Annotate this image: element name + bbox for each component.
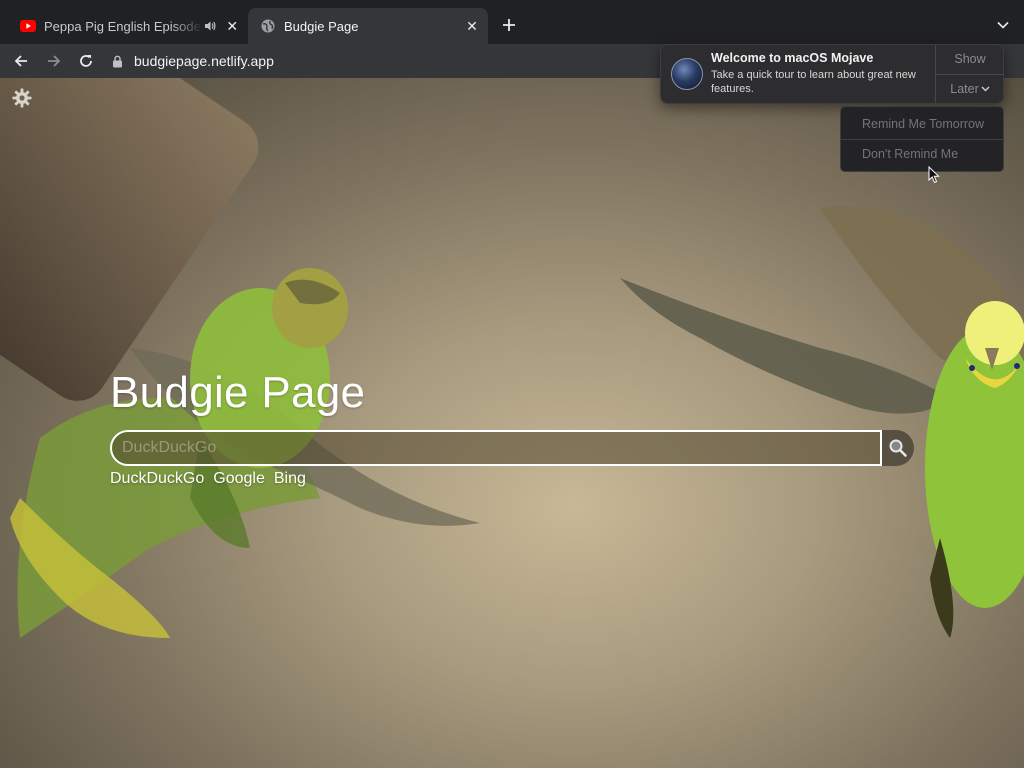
forward-button[interactable] bbox=[43, 50, 65, 72]
budgie-page-content: Budgie Page DuckDuckGo Google Bing bbox=[0, 78, 1024, 768]
tab-title: Budgie Page bbox=[284, 18, 359, 34]
close-tab-icon[interactable]: ✕ bbox=[462, 16, 482, 36]
tab-search-chevron-icon[interactable] bbox=[994, 16, 1012, 34]
lock-icon[interactable] bbox=[110, 54, 124, 68]
tab-peppa-pig[interactable]: Peppa Pig English Episodes ✕ bbox=[12, 8, 248, 44]
new-tab-button[interactable] bbox=[498, 14, 520, 36]
macos-notification[interactable]: Welcome to macOS Mojave Take a quick tou… bbox=[660, 44, 1004, 104]
macos-mojave-app-icon bbox=[671, 58, 703, 90]
reload-icon bbox=[80, 55, 92, 67]
search-engine-links: DuckDuckGo Google Bing bbox=[110, 470, 306, 488]
tab-title: Peppa Pig English Episodes bbox=[44, 18, 203, 34]
search-input[interactable] bbox=[110, 430, 882, 466]
notification-show-button[interactable]: Show bbox=[936, 45, 1004, 73]
notification-title: Welcome to macOS Mojave bbox=[711, 51, 874, 65]
back-button[interactable] bbox=[10, 50, 32, 72]
settings-gear-icon[interactable] bbox=[12, 88, 32, 108]
reload-button[interactable] bbox=[75, 50, 97, 72]
engine-google-link[interactable]: Google bbox=[213, 470, 265, 488]
search-button[interactable] bbox=[882, 430, 914, 466]
notification-body: Take a quick tour to learn about great n… bbox=[711, 69, 916, 95]
menu-item-dont-remind[interactable]: Don't Remind Me bbox=[841, 140, 1003, 168]
menu-item-remind-tomorrow[interactable]: Remind Me Tomorrow bbox=[841, 110, 1003, 138]
tab-strip: Peppa Pig English Episodes ✕ Budgie Page… bbox=[0, 0, 1024, 44]
engine-bing-link[interactable]: Bing bbox=[274, 470, 306, 488]
globe-icon bbox=[260, 18, 276, 34]
youtube-icon bbox=[20, 18, 36, 34]
notification-later-button[interactable]: Later bbox=[936, 75, 1004, 103]
search-bar bbox=[110, 430, 914, 466]
url-text: budgiepage.netlify.app bbox=[134, 53, 274, 69]
tab-budgie-page[interactable]: Budgie Page ✕ bbox=[248, 8, 488, 44]
magnifier-icon bbox=[889, 439, 907, 457]
address-bar[interactable]: budgiepage.netlify.app bbox=[110, 47, 670, 75]
mouse-cursor-icon bbox=[928, 165, 940, 184]
engine-duckduckgo-link[interactable]: DuckDuckGo bbox=[110, 470, 204, 488]
chevron-down-icon bbox=[981, 86, 990, 92]
arrow-left-icon bbox=[14, 55, 27, 67]
arrow-right-icon bbox=[48, 55, 61, 67]
close-tab-icon[interactable]: ✕ bbox=[223, 16, 242, 36]
audio-playing-icon[interactable] bbox=[203, 19, 217, 33]
later-dropdown-menu: Remind Me Tomorrow Don't Remind Me bbox=[840, 106, 1004, 172]
page-title: Budgie Page bbox=[110, 368, 366, 417]
budgie-background-image bbox=[10, 206, 1024, 638]
later-label: Later bbox=[950, 82, 979, 96]
